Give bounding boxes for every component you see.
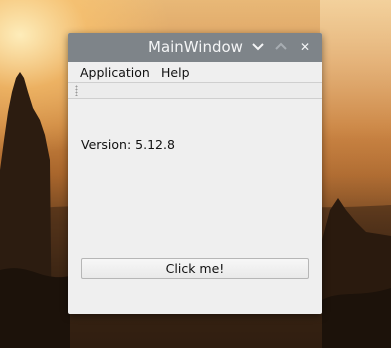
toolbar: [68, 82, 322, 99]
menu-application[interactable]: Application: [80, 65, 150, 80]
click-me-button[interactable]: Click me!: [81, 258, 309, 279]
main-window: MainWindow ✕ Application Help Version: 5…: [68, 33, 322, 314]
menubar: Application Help: [68, 62, 322, 82]
window-titlebar[interactable]: MainWindow ✕: [68, 33, 322, 62]
minimize-button[interactable]: [250, 38, 266, 56]
maximize-button[interactable]: [273, 38, 289, 56]
chevron-down-icon: [252, 43, 264, 51]
version-label: Version: 5.12.8: [81, 137, 175, 152]
chevron-up-icon: [275, 42, 287, 50]
toolbar-drag-handle[interactable]: [75, 85, 78, 96]
close-icon: ✕: [299, 40, 311, 54]
menu-help[interactable]: Help: [161, 65, 190, 80]
window-title: MainWindow: [148, 38, 243, 56]
close-button[interactable]: ✕: [297, 38, 313, 56]
